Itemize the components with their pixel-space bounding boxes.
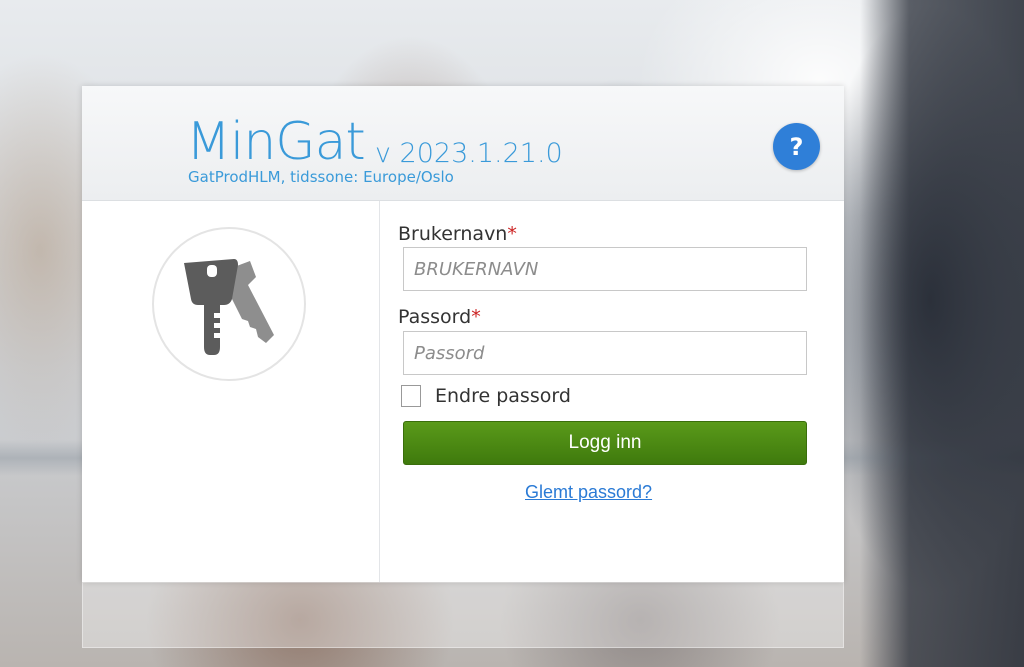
background-figure — [860, 0, 1024, 667]
required-marker: * — [471, 306, 481, 328]
question-mark-icon: ? — [789, 132, 804, 161]
keys-icon — [184, 259, 274, 355]
password-label: Passord* — [398, 305, 481, 329]
forgot-password-link[interactable]: Glemt passord? — [525, 482, 652, 503]
password-label-text: Passord — [398, 306, 472, 328]
dialog-header: MinGat v 2023.1.21.0 GatProdHLM, tidsson… — [82, 86, 844, 201]
login-button[interactable]: Logg inn — [403, 421, 807, 465]
change-password-checkbox[interactable] — [401, 385, 421, 407]
background-panel — [82, 582, 844, 648]
server-info: GatProdHLM, tidssone: Europe/Oslo — [188, 168, 454, 186]
help-button[interactable]: ? — [773, 123, 820, 170]
username-input[interactable] — [403, 247, 807, 291]
keys-illustration — [152, 227, 306, 381]
change-password-row[interactable]: Endre passord — [401, 385, 571, 407]
left-pane — [82, 201, 380, 582]
password-input[interactable] — [403, 331, 807, 375]
username-label-text: Brukernavn — [398, 223, 508, 245]
change-password-label: Endre passord — [435, 385, 571, 407]
required-marker: * — [507, 223, 517, 245]
username-label: Brukernavn* — [398, 222, 517, 246]
app-title: MinGat — [186, 112, 366, 172]
